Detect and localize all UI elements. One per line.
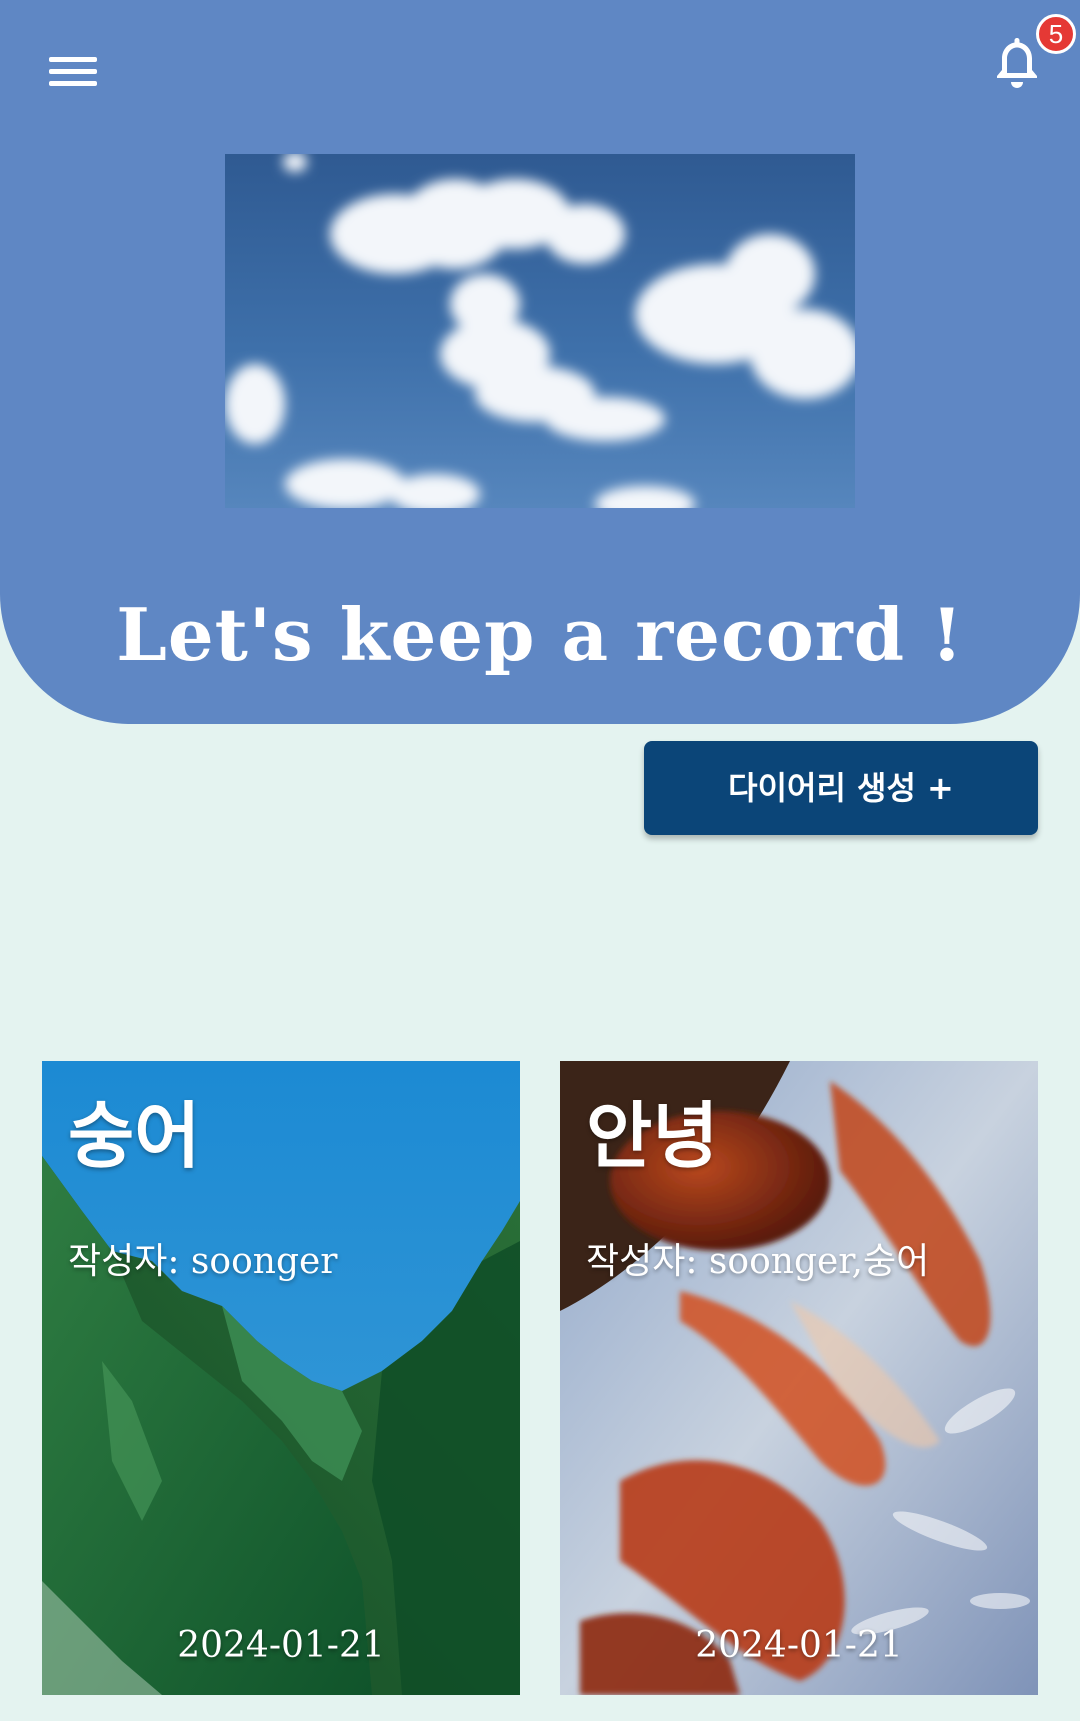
- create-diary-button[interactable]: 다이어리 생성 +: [644, 741, 1038, 835]
- header-banner: 5 Let's keep a record !: [0, 0, 1080, 724]
- hamburger-menu-icon[interactable]: [44, 52, 100, 96]
- page-title: Let's keep a record !: [116, 592, 964, 677]
- diary-title: 안녕: [586, 1093, 719, 1178]
- diary-card[interactable]: 숭어 작성자: soonger 2024-01-21: [42, 1061, 520, 1695]
- diary-author: 작성자: soonger: [68, 1241, 338, 1282]
- diary-date: 2024-01-21: [177, 1625, 385, 1666]
- diary-title: 숭어: [68, 1093, 201, 1178]
- diary-card[interactable]: 안녕 작성자: soonger,숭어 2024-01-21: [560, 1061, 1038, 1695]
- notification-badge: 5: [1036, 14, 1076, 54]
- diary-author: 작성자: soonger,숭어: [586, 1241, 930, 1282]
- hero-sky-image: [225, 154, 855, 508]
- diary-date: 2024-01-21: [695, 1625, 903, 1666]
